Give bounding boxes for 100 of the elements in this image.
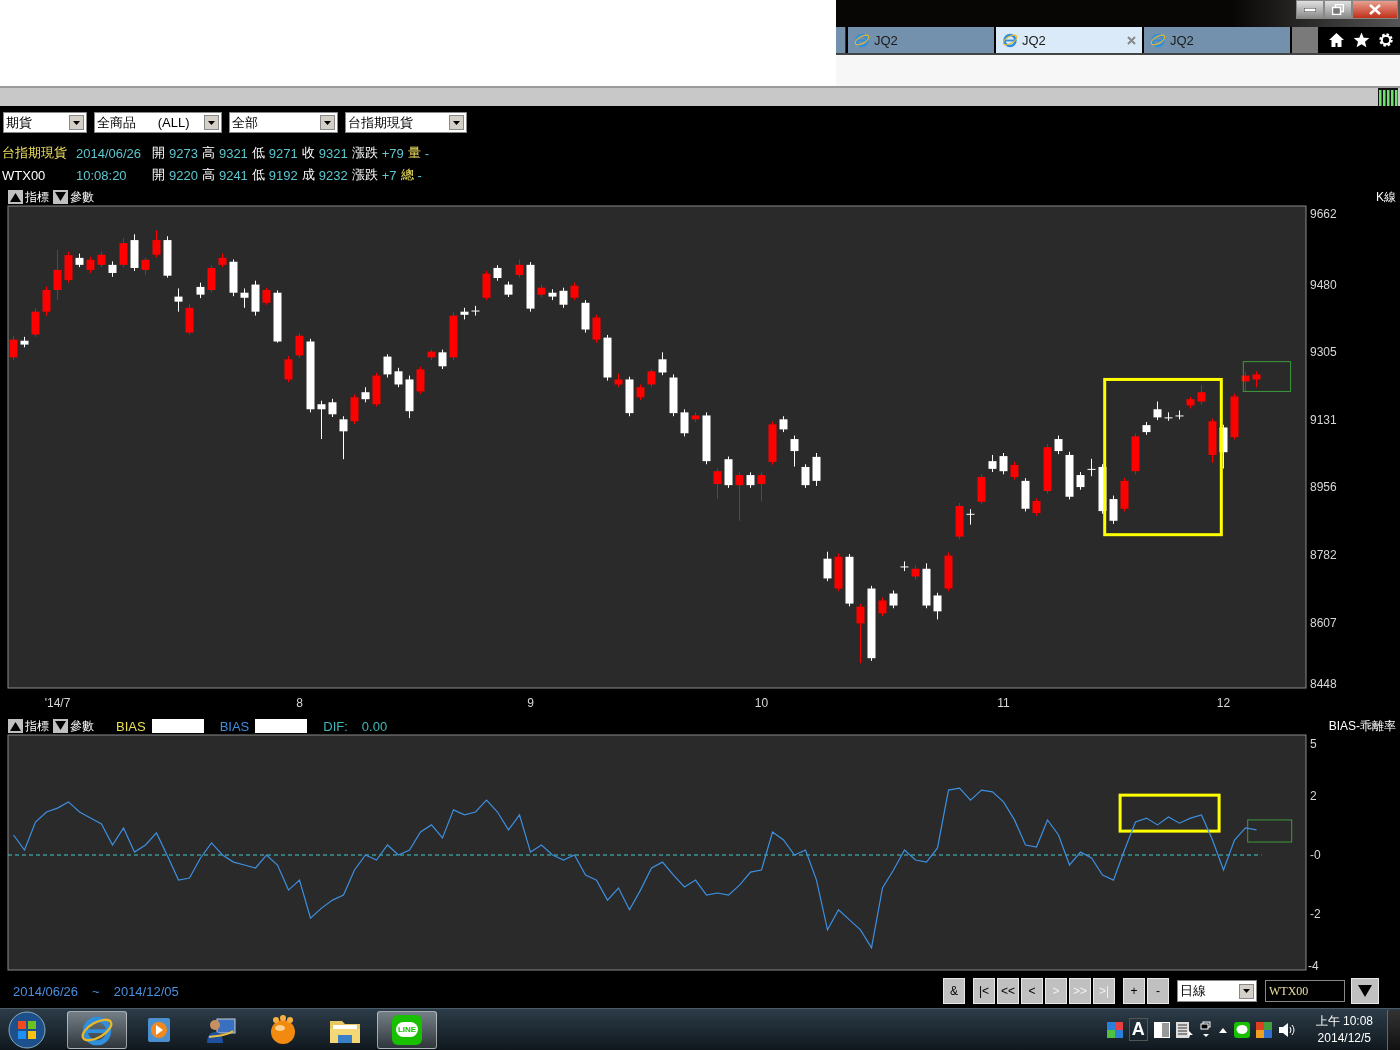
dropdown[interactable]: 台指期現貨 bbox=[345, 112, 467, 133]
candlestick bbox=[504, 281, 513, 298]
candlestick bbox=[515, 258, 524, 279]
candlestick bbox=[75, 253, 84, 268]
axis-label: 5 bbox=[1310, 737, 1317, 751]
quote-value: 9271 bbox=[268, 145, 298, 161]
candlestick bbox=[1131, 433, 1140, 475]
browser-tab[interactable]: JQ2 bbox=[996, 27, 1142, 53]
candlestick bbox=[460, 307, 469, 320]
symbol-field[interactable]: WTX00 bbox=[1265, 980, 1345, 1002]
quote-label: 漲跌 bbox=[351, 144, 378, 162]
minimize-button[interactable] bbox=[1296, 0, 1324, 19]
quote-label: WTX00 bbox=[1, 167, 47, 183]
quote-label: 開 bbox=[152, 166, 165, 184]
toolbar-button[interactable]: 指標 bbox=[8, 188, 49, 206]
close-icon[interactable] bbox=[1127, 35, 1136, 45]
restore-button[interactable] bbox=[1324, 0, 1352, 19]
tab-edge[interactable] bbox=[836, 27, 846, 53]
candlestick bbox=[1032, 497, 1041, 517]
chat-icon[interactable] bbox=[1233, 1021, 1250, 1038]
start-button[interactable] bbox=[5, 1009, 49, 1050]
candlestick bbox=[1076, 471, 1085, 491]
browser-icon bbox=[854, 32, 870, 48]
axis-label: 8956 bbox=[1310, 480, 1337, 495]
quote-value: 9241 bbox=[218, 167, 248, 183]
quote-label: 漲跌 bbox=[351, 166, 378, 184]
candlestick bbox=[416, 366, 425, 395]
candlestick bbox=[1010, 461, 1019, 481]
candlestick bbox=[625, 376, 634, 417]
browser-tab[interactable]: JQ2 bbox=[1144, 27, 1290, 53]
toolbar-button[interactable]: 參數 bbox=[53, 188, 94, 206]
quote-value: 9232 bbox=[318, 167, 348, 183]
window-stack-icon[interactable] bbox=[1199, 1020, 1212, 1039]
down-triangle-icon bbox=[53, 719, 68, 733]
input-mode[interactable]: A bbox=[1128, 1018, 1148, 1041]
axis-label: 11 bbox=[997, 696, 1010, 710]
show-desktop-button[interactable] bbox=[1387, 1009, 1400, 1050]
nav-button[interactable]: |< bbox=[973, 978, 995, 1004]
close-button[interactable] bbox=[1352, 0, 1398, 19]
dropdown-button[interactable] bbox=[1351, 978, 1379, 1004]
candlestick bbox=[1054, 435, 1063, 455]
quote-value: - bbox=[417, 167, 422, 183]
candlestick bbox=[427, 349, 436, 361]
browser-tab[interactable]: JQ2 bbox=[848, 27, 994, 53]
candlestick bbox=[603, 334, 612, 382]
candlestick bbox=[801, 463, 810, 489]
candlestick bbox=[20, 336, 29, 348]
candlestick bbox=[757, 471, 766, 502]
candlestick bbox=[130, 233, 139, 272]
toolbar-button[interactable]: 參數 bbox=[53, 717, 94, 735]
nav-button[interactable]: - bbox=[1147, 978, 1169, 1004]
candlestick bbox=[394, 367, 403, 388]
axis-label: 9 bbox=[527, 696, 534, 710]
candlestick bbox=[559, 287, 568, 309]
home-icon[interactable] bbox=[1328, 32, 1345, 48]
period-select[interactable]: 日線 bbox=[1177, 980, 1257, 1002]
nav-button[interactable]: < bbox=[1021, 978, 1043, 1004]
quote-label: 高 bbox=[201, 166, 215, 184]
axis-label: 12 bbox=[1216, 696, 1231, 710]
quote-value: 9273 bbox=[169, 145, 198, 161]
toolbar-button[interactable]: 指標 bbox=[8, 717, 49, 735]
axis-label: 8 bbox=[296, 696, 303, 710]
quote-label: 低 bbox=[251, 144, 265, 162]
quote-value: 9321 bbox=[218, 145, 248, 161]
candlestick bbox=[680, 408, 689, 437]
document-icon[interactable] bbox=[1175, 1021, 1194, 1038]
candlestick bbox=[1098, 463, 1107, 515]
dropdown[interactable]: 全部 bbox=[229, 112, 338, 133]
nav-button[interactable]: << bbox=[997, 978, 1019, 1004]
dropdown[interactable]: 全商品 (ALL) bbox=[94, 112, 222, 133]
candlestick bbox=[581, 299, 590, 334]
candlestick bbox=[141, 257, 150, 276]
candlestick bbox=[900, 560, 909, 572]
candlestick bbox=[614, 373, 623, 388]
close-icon bbox=[1369, 4, 1381, 15]
candlestick bbox=[449, 311, 458, 361]
dropdown[interactable]: 期貨 bbox=[3, 112, 87, 133]
candlestick bbox=[955, 502, 964, 540]
nav-button[interactable]: + bbox=[1123, 978, 1145, 1004]
candlestick bbox=[911, 565, 920, 581]
star-icon[interactable] bbox=[1353, 32, 1370, 48]
taskbar-button[interactable] bbox=[67, 1010, 127, 1049]
legend-label: BIAS bbox=[219, 718, 250, 734]
axis-label: 8448 bbox=[1310, 677, 1337, 692]
candlestick bbox=[1087, 458, 1096, 477]
clock[interactable]: 上午 10:08 2014/12/5 bbox=[1315, 1012, 1373, 1047]
candlestick bbox=[262, 287, 271, 306]
candlestick bbox=[1175, 409, 1184, 420]
candlestick bbox=[570, 282, 579, 301]
candlestick bbox=[691, 411, 700, 423]
window-icon[interactable] bbox=[1153, 1021, 1170, 1038]
candlestick bbox=[317, 400, 326, 440]
settings-icon[interactable] bbox=[1378, 32, 1394, 48]
speaker-icon[interactable] bbox=[1277, 1021, 1296, 1038]
legend-label: DIF: bbox=[323, 718, 348, 734]
chart-title: BIAS-乖離率 bbox=[1328, 717, 1396, 735]
candlestick bbox=[548, 288, 557, 301]
candlestick bbox=[196, 282, 205, 299]
candlestick bbox=[240, 287, 249, 309]
nav-button[interactable]: & bbox=[943, 978, 965, 1004]
